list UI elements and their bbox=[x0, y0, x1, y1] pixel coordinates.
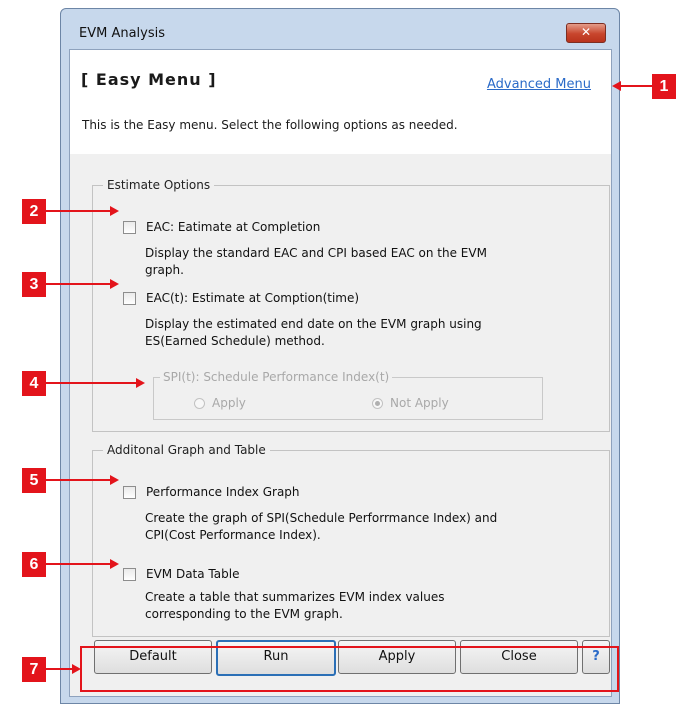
spi-not-apply-radio[interactable]: Not Apply bbox=[372, 396, 449, 410]
arrow-right-icon bbox=[136, 378, 145, 388]
spi-apply-label: Apply bbox=[212, 396, 246, 410]
annotation-badge: 2 bbox=[22, 199, 46, 224]
eac-desc-line1: Display the standard EAC and CPI based E… bbox=[145, 246, 487, 260]
estimate-options-legend: Estimate Options bbox=[107, 178, 211, 192]
table-desc-line2: corresponding to the EVM graph. bbox=[145, 607, 343, 621]
eac-label: EAC: Eatimate at Completion bbox=[146, 220, 321, 234]
annotation-line bbox=[46, 382, 136, 384]
evm-data-table-checkbox[interactable] bbox=[123, 567, 136, 581]
arrow-right-icon bbox=[110, 279, 119, 289]
annotation-line bbox=[46, 563, 110, 565]
additional-legend: Additonal Graph and Table bbox=[107, 443, 266, 457]
close-icon: ✕ bbox=[580, 25, 592, 39]
performance-index-description: Create the graph of SPI(Schedule Perforr… bbox=[145, 510, 497, 544]
additional-graph-table-group: Additonal Graph and Table Performance In… bbox=[92, 443, 610, 637]
spi-group: SPI(t): Schedule Performance Index(t) Ap… bbox=[153, 370, 543, 420]
annotation-badge: 3 bbox=[22, 272, 46, 297]
annotation-badge: 5 bbox=[22, 468, 46, 493]
advanced-menu-link[interactable]: Advanced Menu bbox=[487, 77, 591, 92]
table-desc-line1: Create a table that summarizes EVM index… bbox=[145, 590, 445, 604]
evm-analysis-dialog: EVM Analysis ✕ [ Easy Menu ] Advanced Me… bbox=[60, 8, 620, 704]
eact-label: EAC(t): Estimate at Comption(time) bbox=[146, 291, 360, 305]
eact-desc-line1: Display the estimated end date on the EV… bbox=[145, 317, 482, 331]
perf-desc-line2: CPI(Cost Performance Index). bbox=[145, 528, 321, 542]
performance-index-checkbox[interactable] bbox=[123, 485, 136, 499]
annotation-badge: 7 bbox=[22, 657, 46, 682]
annotation-line bbox=[46, 210, 110, 212]
evm-data-table-description: Create a table that summarizes EVM index… bbox=[145, 589, 444, 623]
performance-index-label: Performance Index Graph bbox=[146, 485, 300, 499]
eact-checkbox[interactable] bbox=[123, 291, 136, 305]
annotation-badge: 1 bbox=[652, 74, 676, 99]
evm-data-table-option[interactable]: EVM Data Table bbox=[123, 567, 239, 581]
annotation-badge: 6 bbox=[22, 552, 46, 577]
eac-description: Display the standard EAC and CPI based E… bbox=[145, 245, 487, 279]
radio-selected-icon bbox=[372, 397, 383, 409]
eact-description: Display the estimated end date on the EV… bbox=[145, 316, 482, 350]
eac-checkbox[interactable] bbox=[123, 220, 136, 234]
spi-apply-radio[interactable]: Apply bbox=[194, 396, 246, 410]
header-panel: [ Easy Menu ] Advanced Menu This is the … bbox=[70, 50, 611, 154]
perf-desc-line1: Create the graph of SPI(Schedule Perforr… bbox=[145, 511, 498, 525]
arrow-right-icon bbox=[110, 475, 119, 485]
eac-option[interactable]: EAC: Eatimate at Completion bbox=[123, 220, 320, 234]
window-title: EVM Analysis bbox=[79, 26, 166, 41]
annotation-line bbox=[46, 479, 110, 481]
eact-desc-line2: ES(Earned Schedule) method. bbox=[145, 334, 325, 348]
spi-legend: SPI(t): Schedule Performance Index(t) bbox=[163, 370, 390, 384]
dialog-body: [ Easy Menu ] Advanced Menu This is the … bbox=[69, 49, 612, 697]
annotation-badge: 4 bbox=[22, 371, 46, 396]
performance-index-option[interactable]: Performance Index Graph bbox=[123, 485, 300, 499]
title-bar: EVM Analysis ✕ bbox=[61, 9, 619, 49]
annotation-line bbox=[46, 283, 110, 285]
intro-text: This is the Easy menu. Select the follow… bbox=[82, 118, 458, 132]
arrow-right-icon bbox=[110, 206, 119, 216]
window-close-button[interactable]: ✕ bbox=[566, 23, 606, 43]
annotation-line bbox=[620, 85, 652, 87]
annotation-line bbox=[46, 668, 72, 670]
arrow-right-icon bbox=[110, 559, 119, 569]
radio-icon bbox=[194, 397, 205, 409]
eact-option[interactable]: EAC(t): Estimate at Comption(time) bbox=[123, 291, 359, 305]
evm-data-table-label: EVM Data Table bbox=[146, 567, 240, 581]
eac-desc-line2: graph. bbox=[145, 263, 184, 277]
estimate-options-group: Estimate Options EAC: Eatimate at Comple… bbox=[92, 178, 610, 432]
spi-not-apply-label: Not Apply bbox=[390, 396, 449, 410]
menu-title: [ Easy Menu ] bbox=[81, 70, 217, 89]
button-row-highlight bbox=[80, 646, 619, 692]
